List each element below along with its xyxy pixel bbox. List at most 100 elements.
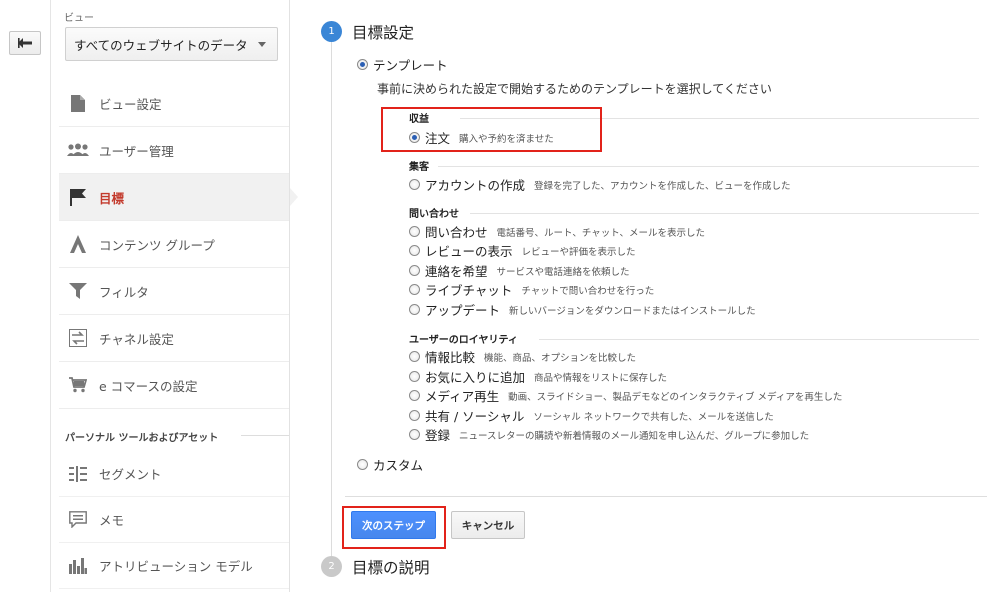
filter-icon [67, 281, 89, 301]
goal-radio[interactable] [409, 410, 420, 421]
highlight-box-next-step [342, 506, 446, 549]
goal-option-request-contact[interactable]: 連絡を希望 サービスや電話連絡を依頼した [409, 261, 630, 280]
category-rule [470, 213, 979, 214]
personal-tools-title: パーソナル ツールおよびアセット [65, 433, 219, 444]
sidebar-item-goals[interactable]: 目標 [59, 174, 298, 221]
template-radio[interactable] [357, 59, 368, 70]
bar-chart-icon [67, 556, 89, 576]
goal-label: メディア再生 [425, 389, 500, 404]
goal-description: ニュースレターの購読や新着情報のメール通知を申し込んだ、グループに参加した [459, 430, 810, 442]
sidebar-item-label: 目標 [99, 190, 125, 206]
sidebar-item-ecommerce[interactable]: e コマースの設定 [59, 362, 290, 409]
goal-label: ライブチャット [425, 283, 513, 298]
goal-description: 機能、商品、オプションを比較した [484, 352, 637, 364]
goal-label: お気に入りに追加 [425, 370, 526, 385]
chevron-down-icon [258, 42, 266, 47]
goal-label: アップデート [425, 303, 501, 318]
view-label: ビュー [64, 13, 94, 24]
memo-icon [67, 510, 89, 530]
template-option[interactable]: テンプレート [357, 55, 448, 74]
sidebar-item-label: コンテンツ グループ [99, 237, 215, 253]
goal-radio[interactable] [409, 245, 420, 256]
step-number-badge: 1 [321, 21, 342, 42]
goal-label: 共有 / ソーシャル [425, 409, 525, 424]
goal-option-media-play[interactable]: メディア再生 動画、スライドショー、製品デモなどのインタラクティブ メディアを再… [409, 386, 842, 405]
sidebar-item-label: チャネル設定 [99, 331, 174, 347]
back-arrow-icon [18, 38, 32, 48]
goal-radio[interactable] [409, 265, 420, 276]
goal-option-live-chat[interactable]: ライブチャット チャットで問い合わせを行った [409, 280, 654, 299]
goal-radio[interactable] [409, 429, 420, 440]
sidebar-item-label: セグメント [99, 467, 162, 482]
cancel-button[interactable]: キャンセル [451, 511, 525, 539]
step-number-badge: 2 [321, 556, 342, 577]
sidebar-item-label: ビュー設定 [99, 96, 162, 112]
sidebar-item-view-settings[interactable]: ビュー設定 [59, 80, 290, 127]
goal-radio[interactable] [409, 284, 420, 295]
sidebar-item-filter[interactable]: フィルタ [59, 268, 290, 315]
sidebar-item-label: メモ [99, 513, 125, 528]
highlight-box-order [381, 107, 602, 152]
goal-option-share[interactable]: 共有 / ソーシャル ソーシャル ネットワークで共有した、メールを送信した [409, 406, 774, 425]
goal-description: レビューや評価を表示した [521, 246, 636, 258]
custom-option[interactable]: カスタム [357, 455, 423, 474]
step-title-goal-setup: 目標設定 [352, 24, 415, 42]
users-icon [67, 140, 89, 160]
template-label: テンプレート [373, 58, 448, 73]
goal-description: 商品や情報をリストに保存した [534, 372, 668, 384]
section-divider [241, 435, 289, 436]
sidebar-item-label: アトリビューション モデル [99, 559, 253, 574]
goal-option-favorite[interactable]: お気に入りに追加 商品や情報をリストに保存した [409, 367, 667, 386]
admin-sidebar: ビュー すべてのウェブサイトのデータ ビュー設定 ユーザー管理 目標 コンテンツ… [51, 0, 298, 592]
goal-setup-panel: 1 目標設定 テンプレート 事前に決められた設定で開始するためのテンプレートを選… [290, 0, 987, 592]
goal-radio[interactable] [409, 179, 420, 190]
template-instruction: 事前に決められた設定で開始するためのテンプレートを選択してください [377, 82, 772, 96]
goal-radio[interactable] [409, 304, 420, 315]
step-title-goal-description: 目標の説明 [352, 559, 430, 577]
content-group-icon [67, 234, 89, 254]
view-select-value: すべてのウェブサイトのデータ [74, 37, 248, 53]
goal-description: 動画、スライドショー、製品デモなどのインタラクティブ メディアを再生した [508, 391, 843, 403]
goal-option-view-review[interactable]: レビューの表示 レビューや評価を表示した [409, 241, 636, 260]
goal-label: 情報比較 [425, 350, 476, 365]
sidebar-nav: ビュー設定 ユーザー管理 目標 コンテンツ グループ フィルタ チャネル設定 e… [59, 80, 298, 409]
sidebar-item-memo[interactable]: メモ [59, 497, 290, 543]
sidebar-item-user-management[interactable]: ユーザー管理 [59, 127, 290, 174]
category-title-loyalty: ユーザーのロイヤリティ [409, 335, 518, 346]
goal-description: ソーシャル ネットワークで共有した、メールを送信した [533, 411, 774, 423]
view-select[interactable]: すべてのウェブサイトのデータ [65, 27, 278, 61]
category-title-acquisition: 集客 [409, 162, 429, 173]
goal-label: アカウントの作成 [425, 178, 526, 193]
goal-label: レビューの表示 [425, 244, 513, 259]
goal-option-create-account[interactable]: アカウントの作成 登録を完了した、アカウントを作成した、ビューを作成した [409, 175, 791, 194]
sidebar-item-content-group[interactable]: コンテンツ グループ [59, 221, 290, 268]
document-icon [67, 93, 89, 113]
goal-radio[interactable] [409, 351, 420, 362]
sidebar-item-label: ユーザー管理 [99, 143, 174, 159]
goal-description: サービスや電話連絡を依頼した [496, 266, 630, 278]
sidebar-item-label: フィルタ [99, 284, 149, 300]
channel-icon [67, 328, 89, 348]
form-divider [345, 496, 987, 497]
goal-description: チャットで問い合わせを行った [521, 285, 655, 297]
sidebar-item-attribution-model[interactable]: アトリビューション モデル [59, 543, 290, 589]
goal-radio[interactable] [409, 390, 420, 401]
goal-radio[interactable] [409, 371, 420, 382]
personal-tools-nav: セグメント メモ アトリビューション モデル [59, 451, 290, 589]
goal-option-update[interactable]: アップデート 新しいバージョンをダウンロードまたはインストールした [409, 300, 756, 319]
sidebar-item-segments[interactable]: セグメント [59, 451, 290, 497]
goal-label: 問い合わせ [425, 225, 488, 240]
goal-option-compare[interactable]: 情報比較 機能、商品、オプションを比較した [409, 347, 636, 366]
goal-description: 登録を完了した、アカウントを作成した、ビューを作成した [534, 180, 791, 192]
back-button[interactable] [9, 31, 41, 55]
category-rule [438, 166, 979, 167]
sidebar-item-channel-settings[interactable]: チャネル設定 [59, 315, 290, 362]
category-title-inquiry: 問い合わせ [409, 209, 459, 220]
goal-option-register[interactable]: 登録 ニュースレターの購読や新着情報のメール通知を申し込んだ、グループに参加した [409, 425, 809, 444]
goal-radio[interactable] [409, 226, 420, 237]
flag-icon [67, 187, 89, 207]
step-connector [331, 42, 332, 556]
goal-option-inquiry[interactable]: 問い合わせ 電話番号、ルート、チャット、メールを表示した [409, 222, 705, 241]
custom-radio[interactable] [357, 459, 368, 470]
goal-label: 登録 [425, 428, 451, 443]
